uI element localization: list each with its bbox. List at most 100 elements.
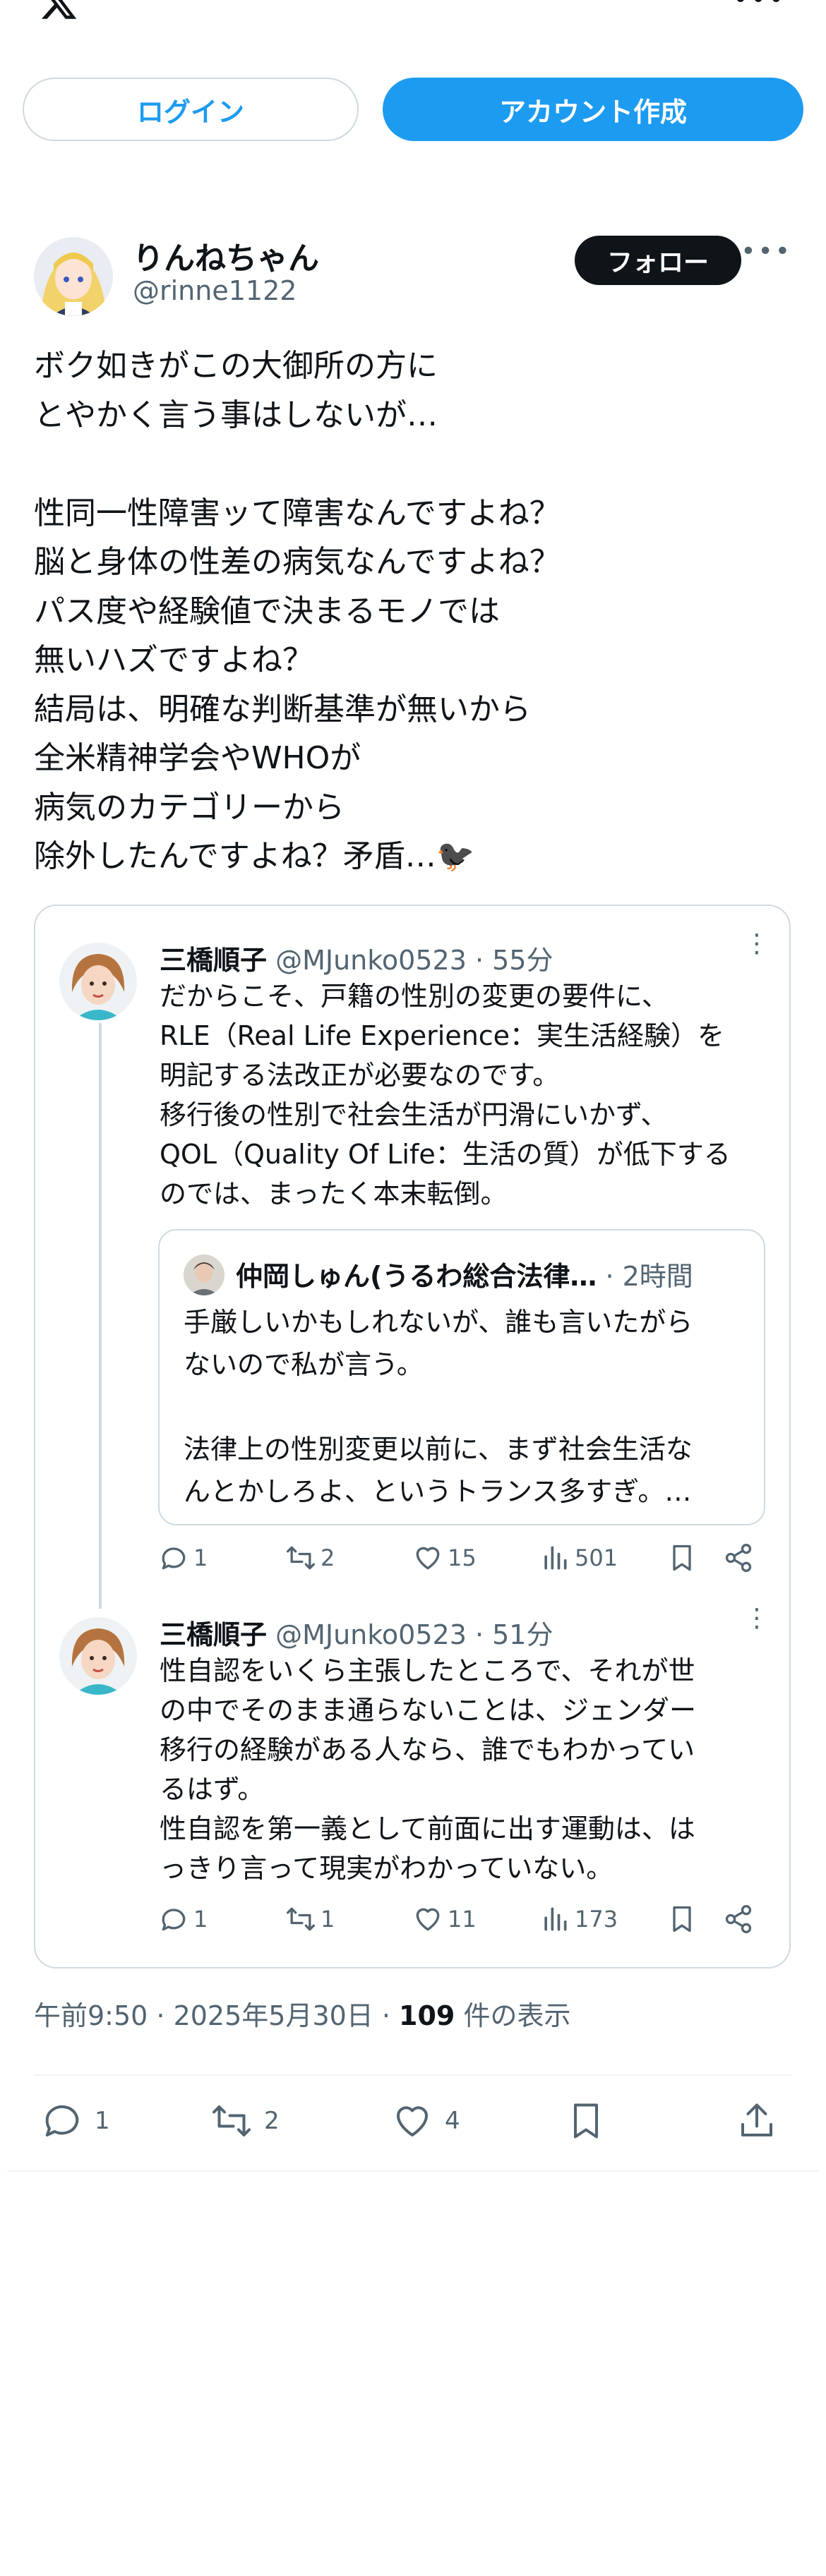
like-button[interactable]: 11 <box>412 1904 477 1935</box>
heart-icon <box>397 2106 428 2136</box>
text-line: 性自認を第一義として前面に出す運動は、は <box>160 1813 695 1844</box>
text-line: 手厳しいかもしれないが、誰も言いたがら <box>184 1307 693 1338</box>
text-line: のでは、まったく本末転倒。 <box>160 1178 508 1209</box>
share-icon <box>725 1905 752 1933</box>
quoted-tweet[interactable]: 三橋順子 @MJunko0523 · 51分 ⋮ 性自認をいくら主張したところで… <box>59 1606 770 1909</box>
more-menu-icon[interactable]: ••• <box>733 0 786 13</box>
tweet-line: ボク如きがこの大御所の方に <box>34 348 438 384</box>
share-button[interactable] <box>723 1542 754 1573</box>
quoted-tweet-text: 性自認をいくら主張したところで、それが世 の中でそのまま通らないことは、ジェンダ… <box>160 1651 767 1888</box>
nested-author-name[interactable]: 仲岡しゅん(うるわ総合法律… <box>236 1261 597 1292</box>
like-button[interactable]: 15 <box>412 1542 477 1573</box>
retweet-button[interactable]: 2 <box>210 2100 280 2142</box>
heart-icon <box>416 1908 440 1931</box>
bookmark-button[interactable] <box>565 2100 607 2142</box>
avatar[interactable] <box>34 237 113 316</box>
nested-author-meta: · 2時間 <box>597 1261 693 1292</box>
quoted-tweet-header: 三橋順子 @MJunko0523 · 51分 <box>160 1613 553 1652</box>
quoted-author-meta: @MJunko0523 · 55分 <box>275 945 553 976</box>
quoted-tweet-header: 三橋順子 @MJunko0523 · 55分 <box>160 938 553 977</box>
reply-button[interactable]: 1 <box>41 2100 110 2142</box>
views-total: 109 <box>399 2000 455 2031</box>
tweet-line: 無いハズですよね？ <box>34 642 313 678</box>
top-bar: ••• <box>0 0 826 28</box>
create-account-button[interactable]: アカウント作成 <box>383 78 803 141</box>
retweet-button[interactable]: 1 <box>285 1904 335 1935</box>
retweet-icon <box>287 1546 315 1570</box>
quoted-author-name[interactable]: 三橋順子 <box>160 945 267 976</box>
tweet-line: 脳と身体の性差の病気なんですよね？ <box>34 544 561 580</box>
text-line: 明記する法改正が必要なのです。 <box>160 1060 560 1091</box>
reply-button[interactable]: 1 <box>158 1542 208 1573</box>
quoted-tweet-actions: 1 1 11 173 <box>158 1904 758 1946</box>
more-options-icon[interactable]: ⋮ <box>744 931 770 957</box>
text-line: の中でそのまま通らないことは、ジェンダー <box>160 1695 697 1726</box>
author-handle[interactable]: @rinne1122 <box>133 275 297 306</box>
views-label: 件の表示 <box>455 2000 571 2031</box>
retweet-count: 1 <box>321 1906 335 1933</box>
tweet-text: ボク如きがこの大御所の方に とやかく言う事はしないが… 性同一性障害ッて障害なん… <box>34 341 792 881</box>
retweet-icon <box>213 2105 251 2136</box>
retweet-count: 2 <box>321 1544 335 1571</box>
tweet-line: とやかく言う事はしないが… <box>34 397 438 433</box>
reply-icon <box>162 1909 186 1931</box>
quoted-tweet-text: だからこそ、戸籍の性別の変更の要件に、 RLE（Real Life Experi… <box>160 976 767 1214</box>
quoted-author-meta: @MJunko0523 · 51分 <box>275 1619 553 1650</box>
share-button[interactable] <box>723 1904 754 1935</box>
tweet-timestamp: 午前9:50 · 2025年5月30日 · 109 件の表示 <box>34 1994 570 2033</box>
avatar[interactable] <box>59 943 137 1020</box>
tweet-author: りんねちゃん @rinne1122 フォロー ••• <box>34 233 792 318</box>
text-line: QOL（Quality Of Life：生活の質）が低下する <box>160 1139 731 1170</box>
avatar[interactable] <box>184 1254 225 1295</box>
login-button[interactable]: ログイン <box>23 78 359 141</box>
text-line: んとかしろよ、というトランス多すぎ。… <box>184 1476 692 1507</box>
bookmark-icon <box>673 1544 691 1571</box>
reply-button[interactable]: 1 <box>158 1904 208 1935</box>
follow-button[interactable]: フォロー <box>575 236 741 285</box>
text-line: 性自認をいくら主張したところで、それが世 <box>160 1655 695 1686</box>
reply-count: 1 <box>193 1906 208 1933</box>
nested-quote-text: 手厳しいかもしれないが、誰も言いたがら ないので私が言う。 法律上の性別変更以前… <box>184 1301 748 1513</box>
views-count: 173 <box>575 1906 618 1933</box>
tweet-line: 性同一性障害ッて障害なんですよね？ <box>34 495 561 531</box>
text-line: 法律上の性別変更以前に、まず社会生活な <box>184 1434 693 1465</box>
share-button[interactable] <box>736 2100 778 2142</box>
views-chart-icon <box>544 1546 567 1570</box>
x-logo-icon[interactable] <box>37 0 80 23</box>
like-button[interactable]: 4 <box>391 2100 460 2142</box>
text-line: RLE（Real Life Experience：実生活経験）を <box>160 1020 725 1051</box>
bookmark-icon <box>673 1906 691 1933</box>
text-line: 移行の経験がある人なら、誰でもわかってい <box>160 1734 695 1765</box>
reply-count: 1 <box>193 1544 208 1571</box>
text-line: っきり言って現実がわかっていない。 <box>160 1853 613 1884</box>
more-options-icon[interactable]: ••• <box>741 237 792 266</box>
bookmark-button[interactable] <box>666 1542 698 1573</box>
author-name[interactable]: りんねちゃん <box>133 233 319 278</box>
more-options-icon[interactable]: ⋮ <box>744 1606 770 1631</box>
share-upload-icon <box>741 2103 772 2136</box>
text-line: るはず。 <box>160 1774 265 1805</box>
divider <box>7 2170 819 2172</box>
divider <box>34 2074 792 2076</box>
heart-icon <box>416 1547 440 1570</box>
quoted-tweet[interactable]: 三橋順子 @MJunko0523 · 55分 ⋮ だからこそ、戸籍の性別の変更の… <box>59 931 770 1235</box>
retweet-button[interactable]: 2 <box>285 1542 335 1573</box>
bookmark-button[interactable] <box>666 1904 698 1935</box>
tweet-line: 除外したんですよね？矛盾…🐦‍⬛ <box>34 838 475 874</box>
avatar[interactable] <box>59 1617 137 1695</box>
views-count: 501 <box>575 1544 618 1571</box>
retweet-icon <box>287 1907 315 1931</box>
nested-quote-card[interactable]: 仲岡しゅん(うるわ総合法律… · 2時間 手厳しいかもしれないが、誰も言いたがら… <box>158 1229 765 1525</box>
reply-icon <box>162 1547 186 1570</box>
quoted-author-name[interactable]: 三橋順子 <box>160 1619 267 1650</box>
views-button[interactable]: 173 <box>539 1904 618 1935</box>
text-line: ないので私が言う。 <box>184 1349 424 1380</box>
text-line: だからこそ、戸籍の性別の変更の要件に、 <box>160 981 669 1012</box>
tweet-line: 結局は、明確な判断基準が無いから <box>34 691 531 727</box>
tweet-line: パス度や経験値で決まるモノでは <box>34 593 500 629</box>
views-button[interactable]: 501 <box>539 1542 618 1573</box>
timestamp-text[interactable]: 午前9:50 · 2025年5月30日 · <box>34 2000 399 2031</box>
like-count: 11 <box>448 1906 477 1933</box>
text-line <box>184 1386 748 1428</box>
tweet-line: 全米精神学会やWHOが <box>34 740 361 776</box>
